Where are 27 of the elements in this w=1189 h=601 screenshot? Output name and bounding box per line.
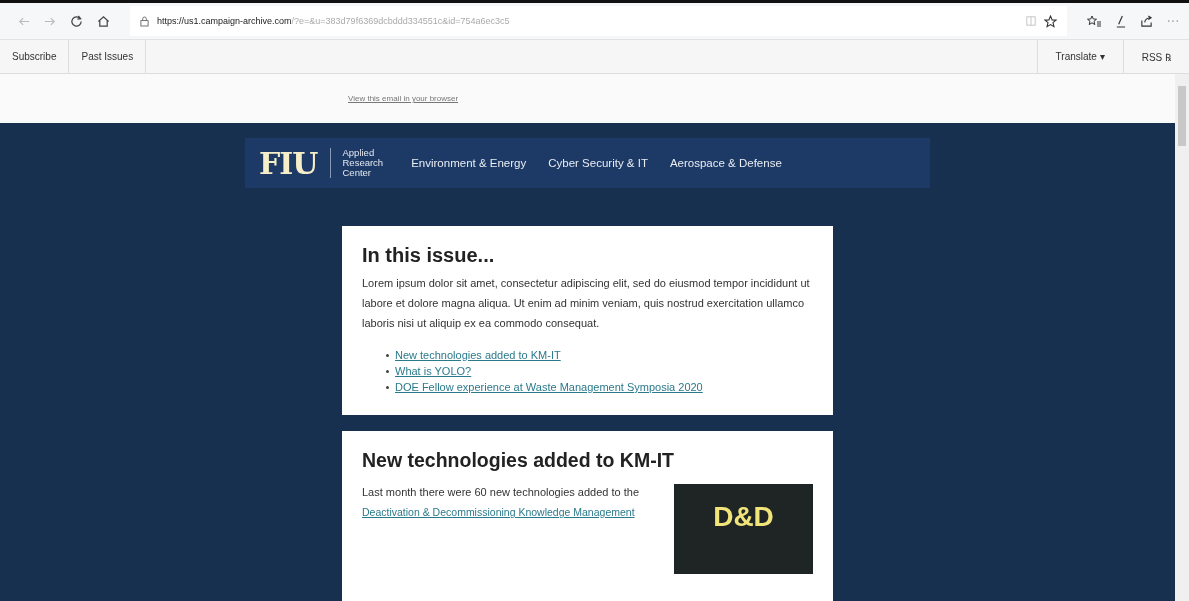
pen-icon[interactable]	[1115, 14, 1126, 28]
home-icon[interactable]	[97, 14, 110, 28]
view-in-browser-link[interactable]: View this email in your browser	[348, 94, 459, 103]
scrollbar[interactable]	[1175, 74, 1189, 601]
section-title: In this issue...	[362, 244, 496, 267]
nav-link[interactable]: Cyber Security & IT	[548, 157, 648, 169]
article-title: New technologies added to KM-IT	[362, 449, 675, 472]
lock-icon	[140, 15, 149, 27]
nav-link[interactable]: Environment & Energy	[411, 157, 527, 169]
intro-paragraph: Lorem ipsum dolor sit amet, consectetur adipiscing elit, sed do eiusmod tempor incididunt ut labore et dolore magna aliqua. Ut enim ad minim veniam, quis nostrud exercitation ullamco laboris nisi ut aliquip ex ea commodo consequat.	[362, 276, 811, 331]
article-paragraph: Last month there were 60 new technologies added to the Deactivation & Decommissioning Knowledge Management	[362, 485, 641, 520]
tile-text: D&D	[713, 502, 774, 534]
contents-link[interactable]: What is YOLO?	[395, 363, 472, 379]
favorites-icon[interactable]	[1087, 15, 1101, 27]
address-bar[interactable]: https://us1.campaign-archive.com/?e=&u=383d79f6369dcbddd334551c&id=754a6ec3c5	[130, 6, 1067, 36]
knowledge-link[interactable]: Deactivation & Decommissioning Knowledge Management	[362, 506, 635, 518]
refresh-icon[interactable]	[70, 14, 83, 28]
bullet-icon	[386, 353, 389, 357]
contents-link[interactable]: New technologies added to KM-IT	[395, 347, 561, 363]
share-icon[interactable]	[1140, 14, 1153, 28]
contents-link[interactable]: DOE Fellow experience at Waste Management Symposia 2020	[395, 379, 703, 395]
star-icon[interactable]	[1044, 14, 1057, 28]
bullet-icon	[386, 369, 389, 373]
nav-link[interactable]: Aerospace & Defense	[669, 157, 782, 169]
unit-name: Applied Research Center	[342, 148, 384, 178]
bullet-icon	[386, 385, 389, 389]
logo-text: FIU	[259, 145, 318, 181]
